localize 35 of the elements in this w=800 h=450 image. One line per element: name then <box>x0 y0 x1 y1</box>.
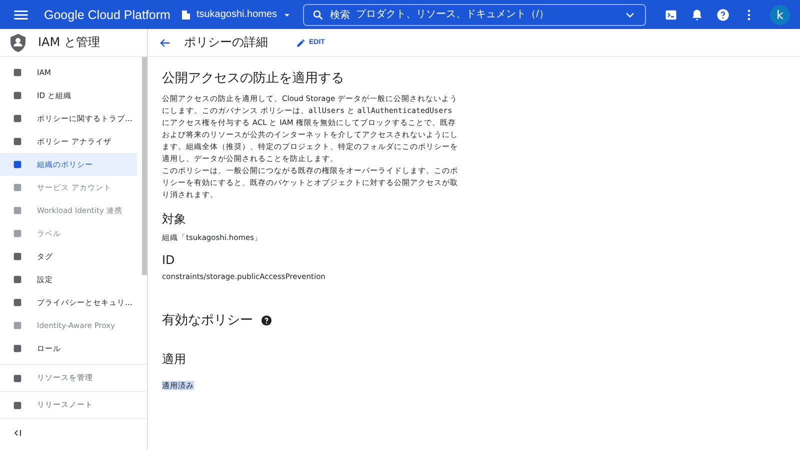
help-icon[interactable] <box>716 8 730 22</box>
square-icon <box>12 205 23 216</box>
product-name[interactable]: Google Cloud Platform <box>44 8 170 22</box>
collapse-icon[interactable] <box>12 427 24 439</box>
square-icon <box>12 182 23 193</box>
square-icon <box>12 400 23 410</box>
square-icon <box>12 343 23 354</box>
search-label: 検索 <box>330 8 350 22</box>
section-heading: 有効なポリシー <box>162 312 253 329</box>
section-heading: 適用 <box>162 351 187 368</box>
square-icon <box>12 297 23 308</box>
square-icon <box>12 228 23 239</box>
pencil-icon <box>296 38 306 48</box>
square-icon <box>12 372 23 384</box>
square-icon <box>12 320 23 331</box>
square-icon <box>12 251 23 262</box>
project-selector[interactable]: tsukagoshi.homes <box>178 8 296 20</box>
section-heading: 対象 <box>162 211 187 228</box>
square-icon <box>12 136 23 147</box>
shield-icon <box>8 32 28 52</box>
scrollbar[interactable] <box>142 57 147 275</box>
square-icon <box>12 67 23 78</box>
avatar[interactable]: k <box>770 4 790 24</box>
terminal-icon[interactable] <box>664 8 678 22</box>
square-icon <box>12 274 23 285</box>
section-heading: ID <box>162 253 176 267</box>
search-icon <box>312 8 324 20</box>
square-icon <box>12 159 23 170</box>
bell-icon[interactable] <box>690 8 704 22</box>
section-heading: 公開アクセスの防止を適用する <box>162 70 345 87</box>
sidebar-title: IAM と管理 <box>38 34 100 51</box>
square-icon <box>12 90 23 101</box>
help-icon[interactable] <box>261 314 272 326</box>
page-title: ポリシーの詳細 <box>184 34 269 51</box>
square-icon <box>12 113 23 124</box>
